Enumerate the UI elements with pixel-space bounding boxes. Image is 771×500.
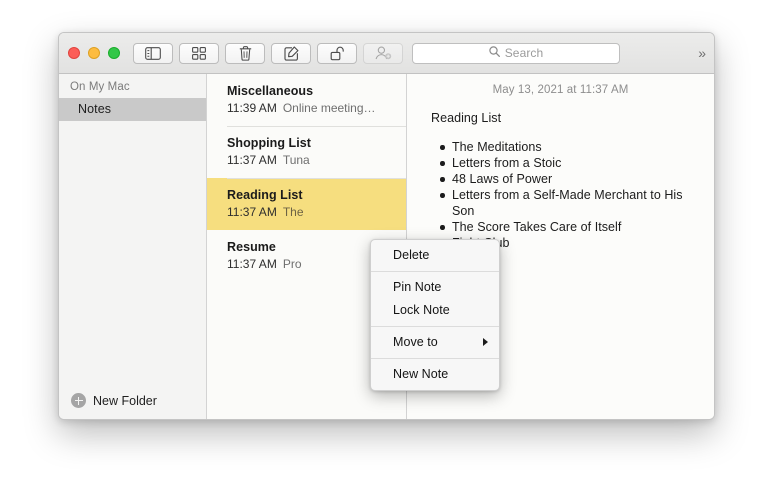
list-item: The Score Takes Care of Itself (407, 219, 714, 235)
menu-item-delete[interactable]: Delete (371, 244, 499, 267)
menu-separator (371, 326, 499, 327)
note-date: May 13, 2021 at 11:37 AM (407, 74, 714, 96)
gallery-view-button[interactable] (179, 43, 219, 64)
sidebar-section-header: On My Mac (59, 74, 206, 98)
grid-view-icon (192, 47, 206, 60)
note-meta: 11:39 AM Online meeting… (227, 101, 392, 115)
menu-separator (371, 358, 499, 359)
maximize-window-button[interactable] (108, 47, 120, 59)
menu-item-pin-note[interactable]: Pin Note (371, 276, 499, 299)
menu-item-lock-note[interactable]: Lock Note (371, 299, 499, 322)
note-snippet: The (283, 205, 304, 219)
notes-window: Search » On My Mac Notes New Folder Misc… (58, 32, 715, 420)
menu-item-label: New Note (393, 367, 448, 381)
note-time: 11:37 AM (227, 153, 277, 167)
note-meta: 11:37 AM Tuna (227, 153, 392, 167)
note-snippet: Online meeting… (283, 101, 376, 115)
delete-note-button[interactable] (225, 43, 265, 64)
search-field[interactable]: Search (412, 43, 620, 64)
note-time: 11:37 AM (227, 257, 277, 271)
menu-item-move-to[interactable]: Move to (371, 331, 499, 354)
note-title: Resume (227, 240, 392, 254)
folders-sidebar: On My Mac Notes New Folder (59, 74, 207, 420)
toolbar-overflow-button[interactable]: » (698, 45, 705, 61)
note-title: Shopping List (227, 136, 392, 150)
note-list-item-reading-list[interactable]: Reading List 11:37 AM The (207, 178, 406, 230)
lock-note-button[interactable] (317, 43, 357, 64)
new-note-button[interactable] (271, 43, 311, 64)
menu-item-label: Move to (393, 335, 438, 349)
trash-icon (239, 46, 252, 61)
sidebar-item-label: Notes (78, 102, 111, 116)
menu-separator (371, 271, 499, 272)
close-window-button[interactable] (68, 47, 80, 59)
note-context-menu: Delete Pin Note Lock Note Move to New No… (370, 239, 500, 391)
list-item: Letters from a Stoic (407, 155, 714, 171)
menu-item-label: Delete (393, 248, 429, 262)
search-icon (489, 44, 500, 62)
sidebar-toggle-icon (145, 47, 161, 60)
note-time: 11:37 AM (227, 205, 277, 219)
window-toolbar: Search » (59, 33, 714, 74)
list-item: 48 Laws of Power (407, 171, 714, 187)
unlock-icon (330, 46, 345, 61)
menu-item-label: Lock Note (393, 303, 450, 317)
minimize-window-button[interactable] (88, 47, 100, 59)
sidebar-item-notes[interactable]: Notes (59, 98, 206, 121)
note-meta: 11:37 AM Pro (227, 257, 392, 271)
note-list-item-shopping-list[interactable]: Shopping List 11:37 AM Tuna (207, 126, 406, 178)
note-body-title: Reading List (407, 96, 714, 125)
list-item: Letters from a Self-Made Merchant to His… (407, 187, 714, 219)
toggle-sidebar-button[interactable] (133, 43, 173, 64)
new-folder-button[interactable]: New Folder (71, 393, 157, 408)
plus-circle-icon (71, 393, 86, 408)
add-person-icon (375, 46, 392, 60)
note-bullet-list: The Meditations Letters from a Stoic 48 … (407, 139, 714, 251)
new-folder-label: New Folder (93, 394, 157, 408)
note-snippet: Pro (283, 257, 302, 271)
list-item: The Meditations (407, 139, 714, 155)
note-snippet: Tuna (283, 153, 310, 167)
note-list-item-miscellaneous[interactable]: Miscellaneous 11:39 AM Online meeting… (207, 74, 406, 126)
search-input[interactable]: Search (505, 46, 544, 60)
compose-icon (284, 46, 299, 61)
note-meta: 11:37 AM The (227, 205, 392, 219)
traffic-light-controls (59, 47, 133, 59)
note-title: Reading List (227, 188, 392, 202)
add-people-button[interactable] (363, 43, 403, 64)
note-time: 11:39 AM (227, 101, 277, 115)
chevron-right-icon (483, 338, 488, 346)
menu-item-new-note[interactable]: New Note (371, 363, 499, 386)
menu-item-label: Pin Note (393, 280, 441, 294)
note-title: Miscellaneous (227, 84, 392, 98)
